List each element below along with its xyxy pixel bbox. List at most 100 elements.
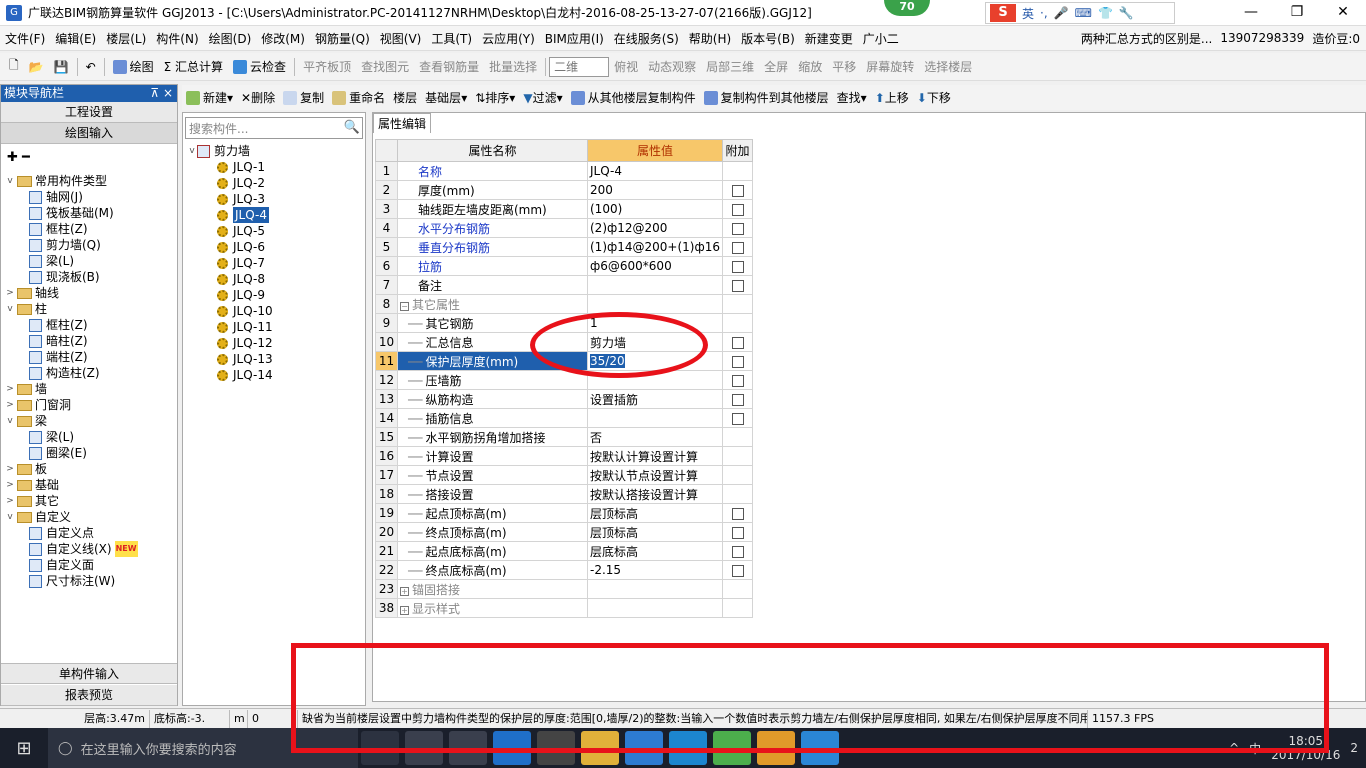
pan-button[interactable]: 平移: [827, 56, 861, 78]
nav-tree-item[interactable]: > 墙: [5, 381, 175, 397]
batch-select-button[interactable]: 批量选择: [484, 56, 542, 78]
property-row[interactable]: 5 垂直分布钢筋 (1)ф14@200+(1)ф16: [375, 237, 754, 257]
property-name[interactable]: ── 终点底标高(m): [397, 560, 588, 580]
zoom-button[interactable]: 缩放: [793, 56, 827, 78]
move-up-button[interactable]: ⬆ 上移: [871, 89, 913, 106]
top-view-button[interactable]: 俯视: [609, 56, 643, 78]
nav-tree-item[interactable]: v柱: [5, 301, 175, 317]
new-component-button[interactable]: 新建 ▾: [182, 89, 237, 106]
menu-modify[interactable]: 修改(M): [256, 30, 310, 47]
property-value[interactable]: [586, 408, 724, 428]
extra-checkbox[interactable]: [731, 241, 744, 254]
nav-tree-item[interactable]: 端柱(Z): [5, 349, 175, 365]
copy-button[interactable]: 复制: [279, 89, 328, 106]
fullscreen-button[interactable]: 全屏: [759, 56, 793, 78]
menu-view[interactable]: 视图(V): [375, 30, 427, 47]
find-element-button[interactable]: 查找图元: [356, 56, 414, 78]
expand-icon[interactable]: +: [400, 605, 409, 615]
property-row[interactable]: 4 水平分布钢筋 (2)ф12@200: [375, 218, 754, 238]
property-name[interactable]: ── 压墙筋: [397, 370, 588, 390]
property-name[interactable]: ── 插筋信息: [397, 408, 588, 428]
property-row[interactable]: 17 ── 节点设置 按默认节点设置计算: [375, 465, 754, 485]
property-name[interactable]: ── 纵筋构造: [397, 389, 588, 409]
copy-to-floor-button[interactable]: 复制构件到其他楼层: [700, 89, 833, 106]
nav-tree-item[interactable]: 梁(L): [5, 429, 175, 445]
tab-property-edit[interactable]: 属性编辑: [373, 113, 431, 133]
property-value[interactable]: JLQ-4: [586, 161, 724, 181]
property-row[interactable]: 15 ── 水平钢筋拐角增加搭接否: [375, 427, 754, 447]
search-input[interactable]: 搜索构件...: [186, 120, 342, 137]
extra-checkbox[interactable]: [731, 545, 744, 558]
move-down-button[interactable]: ⬇ 下移: [913, 89, 955, 106]
property-name[interactable]: 名称: [397, 161, 588, 181]
property-name[interactable]: 垂直分布钢筋: [397, 237, 588, 257]
property-row[interactable]: 38 + 显示样式: [375, 598, 754, 618]
nav-tree-item[interactable]: 剪力墙(Q): [5, 237, 175, 253]
nav-tree-item[interactable]: 梁(L): [5, 253, 175, 269]
menu-floor[interactable]: 楼层(L): [101, 30, 151, 47]
property-row[interactable]: 22 ── 终点底标高(m) -2.15: [375, 560, 754, 580]
property-value[interactable]: [586, 294, 724, 314]
nav-tree-item[interactable]: 筏板基础(M): [5, 205, 175, 221]
nav-tree-item[interactable]: > 板: [5, 461, 175, 477]
delete-button[interactable]: ✕ 删除: [237, 89, 279, 106]
property-name[interactable]: ── 终点顶标高(m): [397, 522, 588, 542]
component-item[interactable]: JLQ-6: [187, 239, 363, 255]
ime-punct-icon[interactable]: ·,: [1040, 6, 1048, 20]
property-name[interactable]: + 显示样式: [397, 598, 588, 618]
property-row[interactable]: 13 ── 纵筋构造 设置插筋: [375, 389, 754, 409]
property-row[interactable]: 2 厚度(mm) 200: [375, 180, 754, 200]
component-root[interactable]: v 剪力墙: [187, 143, 363, 159]
menu-cloud[interactable]: 云应用(Y): [477, 30, 540, 47]
extra-checkbox[interactable]: [731, 374, 744, 387]
expand-icon[interactable]: >: [5, 397, 15, 413]
property-value[interactable]: 否: [586, 427, 724, 447]
menu-version[interactable]: 版本号(B): [736, 30, 800, 47]
property-value[interactable]: 设置插筋: [586, 389, 724, 409]
property-value[interactable]: 层底标高: [586, 541, 724, 561]
component-search[interactable]: 搜索构件... 🔍: [185, 117, 363, 139]
nav-tree-item[interactable]: > 其它: [5, 493, 175, 509]
property-value[interactable]: 按默认搭接设置计算: [586, 484, 724, 504]
property-name[interactable]: ── 水平钢筋拐角增加搭接: [397, 427, 588, 447]
report-preview-button[interactable]: 报表预览: [1, 685, 177, 706]
align-slab-top-button[interactable]: 平齐板顶: [298, 56, 356, 78]
nav-tree-item[interactable]: > 门窗洞: [5, 397, 175, 413]
microphone-icon[interactable]: 🎤: [1054, 6, 1069, 20]
property-value[interactable]: 200: [586, 180, 724, 200]
menu-rebar[interactable]: 钢筋量(Q): [310, 30, 375, 47]
project-settings-button[interactable]: 工程设置: [1, 102, 177, 123]
component-item[interactable]: JLQ-9: [187, 287, 363, 303]
property-row[interactable]: 7 备注: [375, 275, 754, 295]
property-row[interactable]: 20 ── 终点顶标高(m) 层顶标高: [375, 522, 754, 542]
property-name[interactable]: ── 搭接设置: [397, 484, 588, 504]
component-item[interactable]: JLQ-5: [187, 223, 363, 239]
component-item[interactable]: JLQ-4: [187, 207, 363, 223]
expand-icon[interactable]: >: [5, 381, 15, 397]
extra-checkbox[interactable]: [731, 412, 744, 425]
find-button[interactable]: 查找 ▾: [833, 89, 871, 106]
draw-button[interactable]: 绘图: [108, 56, 159, 78]
nav-tree-item[interactable]: > 轴线: [5, 285, 175, 301]
extra-checkbox[interactable]: [731, 507, 744, 520]
extra-checkbox[interactable]: [731, 355, 744, 368]
property-value[interactable]: 按默认计算设置计算: [586, 446, 724, 466]
property-name[interactable]: ── 计算设置: [397, 446, 588, 466]
keyboard-icon[interactable]: ⌨: [1075, 6, 1092, 20]
sort-button[interactable]: ⇅ 排序 ▾: [471, 89, 519, 106]
nav-tree-item[interactable]: 轴网(J): [5, 189, 175, 205]
property-name[interactable]: − 其它属性: [397, 294, 588, 314]
collapse-icon[interactable]: v: [5, 301, 15, 317]
menu-assistant[interactable]: 广小二: [858, 30, 904, 47]
property-row[interactable]: 23 + 锚固搭接: [375, 579, 754, 599]
view-rebar-button[interactable]: 查看钢筋量: [414, 56, 484, 78]
property-name[interactable]: 轴线距左墙皮距离(mm): [397, 199, 588, 219]
property-value[interactable]: (1)ф14@200+(1)ф16: [586, 237, 724, 257]
nav-tree-item[interactable]: 暗柱(Z): [5, 333, 175, 349]
property-name[interactable]: ── 节点设置: [397, 465, 588, 485]
nav-tree-item[interactable]: v 自定义: [5, 509, 175, 525]
property-row[interactable]: 1 名称 JLQ-4: [375, 161, 754, 181]
property-row[interactable]: 18 ── 搭接设置 按默认搭接设置计算: [375, 484, 754, 504]
expand-icon[interactable]: +: [400, 586, 409, 596]
notification-count[interactable]: 2: [1350, 741, 1358, 755]
